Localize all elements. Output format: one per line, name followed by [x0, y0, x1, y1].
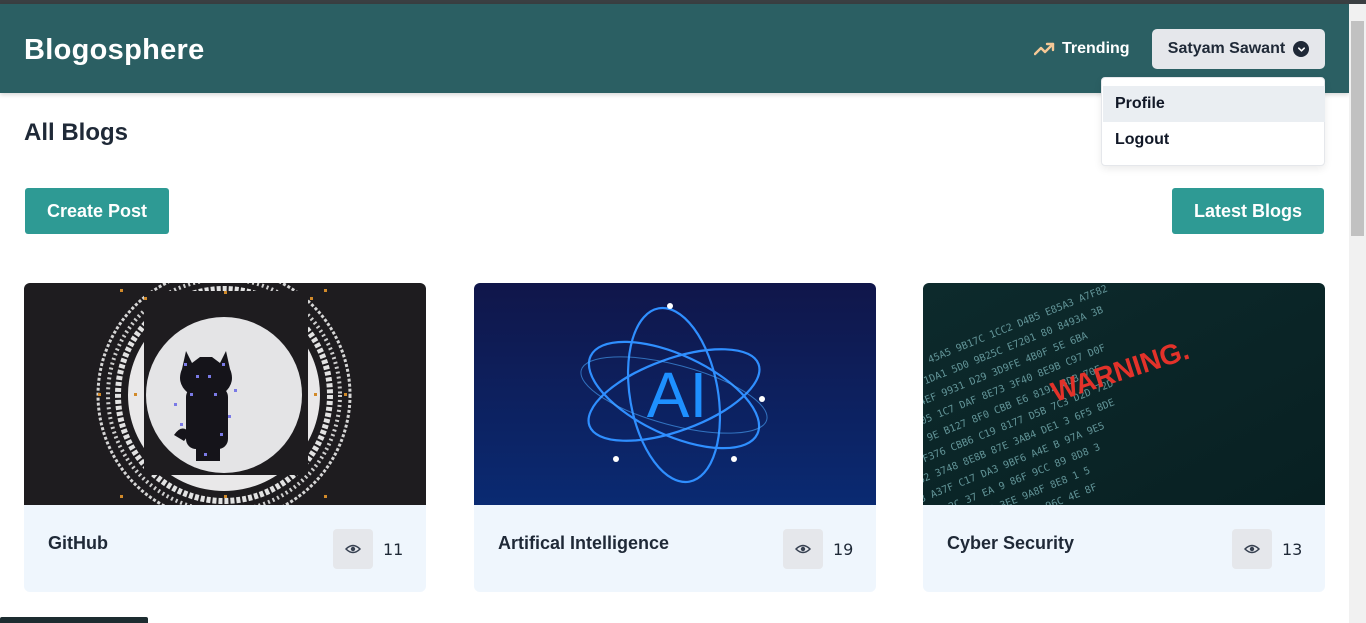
ai-thumbnail-image: AI [474, 283, 876, 505]
chevron-down-icon [1293, 41, 1310, 57]
card-title[interactable]: GitHub [48, 533, 108, 554]
eye-icon [333, 529, 373, 569]
trending-label: Trending [1062, 40, 1130, 57]
page-title: All Blogs [24, 119, 129, 146]
view-counter: 11 [333, 529, 403, 569]
view-count: 11 [383, 539, 404, 559]
latest-blogs-button[interactable]: Latest Blogs [1172, 188, 1324, 234]
create-post-button[interactable]: Create Post [25, 188, 169, 234]
bottom-status-bar [0, 617, 148, 623]
card-title[interactable]: Cyber Security [947, 533, 1074, 554]
eye-icon [783, 529, 823, 569]
blog-card-ai[interactable]: AI Artifical Intelligence 19 [474, 283, 876, 592]
card-title[interactable]: Artifical Intelligence [498, 533, 669, 554]
menu-item-logout[interactable]: Logout [1103, 122, 1325, 158]
svg-text:AI: AI [647, 359, 707, 431]
github-thumbnail-image [24, 283, 426, 505]
view-counter: 19 [783, 529, 853, 569]
vertical-scrollbar[interactable] [1349, 4, 1366, 623]
blog-card-github[interactable]: GitHub 11 [24, 283, 426, 592]
user-name: Satyam Sawant [1167, 40, 1286, 57]
user-dropdown-menu: Profile Logout [1101, 77, 1325, 166]
menu-item-profile[interactable]: Profile [1103, 86, 1325, 122]
cyber-security-thumbnail-image: 80 AC5 F7E3 45A5 9B17C 1CC2 D4B5 E85A3 A… [923, 283, 1325, 505]
trending-up-icon [1034, 42, 1055, 56]
view-count: 19 [833, 539, 854, 559]
user-menu-button[interactable]: Satyam Sawant [1152, 29, 1325, 69]
view-counter: 13 [1232, 529, 1302, 569]
brand-logo[interactable]: Blogosphere [24, 34, 205, 67]
scrollbar-thumb[interactable] [1351, 21, 1364, 236]
trending-link[interactable]: Trending [1034, 40, 1130, 58]
view-count: 13 [1282, 539, 1303, 559]
eye-icon [1232, 529, 1272, 569]
blog-card-cyber-security[interactable]: 80 AC5 F7E3 45A5 9B17C 1CC2 D4B5 E85A3 A… [923, 283, 1325, 592]
